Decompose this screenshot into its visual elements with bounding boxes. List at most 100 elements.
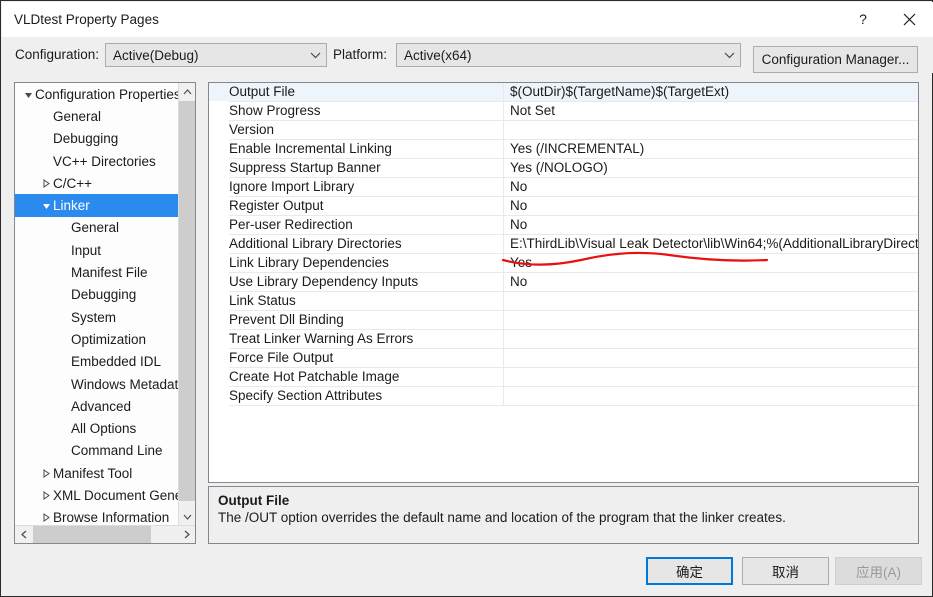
property-value[interactable] bbox=[504, 387, 918, 406]
property-row[interactable]: Specify Section Attributes bbox=[209, 387, 918, 406]
tree-item-optimization[interactable]: Optimization bbox=[15, 328, 178, 350]
scroll-left-icon[interactable] bbox=[15, 526, 32, 543]
property-value[interactable]: No bbox=[504, 197, 918, 216]
cancel-button[interactable]: 取消 bbox=[742, 557, 829, 585]
apply-button: 应用(A) bbox=[835, 557, 922, 585]
help-icon[interactable]: ? bbox=[840, 3, 886, 36]
property-value[interactable] bbox=[504, 121, 918, 140]
property-row-gutter bbox=[209, 140, 229, 159]
configuration-manager-button[interactable]: Configuration Manager... bbox=[753, 46, 918, 73]
tree-item-browse-information[interactable]: Browse Information bbox=[15, 507, 178, 525]
property-value[interactable]: Yes bbox=[504, 254, 918, 273]
property-row[interactable]: Link Library Dependencies Yes bbox=[209, 254, 918, 273]
property-name: Link Status bbox=[229, 292, 504, 311]
property-name: Specify Section Attributes bbox=[229, 387, 504, 406]
platform-dropdown[interactable]: Active(x64) bbox=[396, 43, 741, 67]
tree-item-manifest-tool[interactable]: Manifest Tool bbox=[15, 462, 178, 484]
tree-item-all-options[interactable]: All Options bbox=[15, 417, 178, 439]
property-value[interactable] bbox=[504, 292, 918, 311]
chevron-collapsed-icon[interactable] bbox=[39, 178, 53, 188]
property-value[interactable]: Yes (/INCREMENTAL) bbox=[504, 140, 918, 159]
configuration-dropdown[interactable]: Active(Debug) bbox=[105, 43, 327, 67]
property-name: Suppress Startup Banner bbox=[229, 159, 504, 178]
chevron-collapsed-icon[interactable] bbox=[39, 468, 53, 478]
tree-vertical-scrollbar[interactable] bbox=[178, 83, 195, 525]
property-value[interactable]: Yes (/NOLOGO) bbox=[504, 159, 918, 178]
property-value[interactable] bbox=[504, 311, 918, 330]
scroll-up-icon[interactable] bbox=[179, 83, 195, 100]
tree-item-label: VC++ Directories bbox=[53, 153, 156, 169]
chevron-expanded-icon[interactable] bbox=[39, 201, 53, 210]
property-value[interactable] bbox=[504, 349, 918, 368]
property-row-gutter bbox=[209, 368, 229, 387]
chevron-collapsed-icon[interactable] bbox=[39, 513, 53, 523]
tree-item-label: General bbox=[53, 108, 102, 124]
description-body: The /OUT option overrides the default na… bbox=[218, 510, 786, 525]
property-grid[interactable]: Output File $(OutDir)$(TargetName)$(Targe… bbox=[208, 82, 919, 483]
property-row[interactable]: Output File $(OutDir)$(TargetName)$(Targe… bbox=[209, 83, 918, 102]
scroll-down-icon[interactable] bbox=[179, 508, 195, 525]
property-row[interactable]: Suppress Startup Banner Yes (/NOLOGO) bbox=[209, 159, 918, 178]
chevron-expanded-icon[interactable] bbox=[21, 90, 35, 99]
property-row[interactable]: Register Output No bbox=[209, 197, 918, 216]
ok-button[interactable]: 确定 bbox=[646, 557, 733, 585]
property-row[interactable]: Prevent Dll Binding bbox=[209, 311, 918, 330]
tree-item-debugging[interactable]: Debugging bbox=[15, 284, 178, 306]
property-row[interactable]: Create Hot Patchable Image bbox=[209, 368, 918, 387]
property-row-gutter bbox=[209, 102, 229, 121]
property-row[interactable]: Ignore Import Library No bbox=[209, 178, 918, 197]
tree-item-advanced[interactable]: Advanced bbox=[15, 395, 178, 417]
property-row-gutter bbox=[209, 387, 229, 406]
property-name: Additional Library Directories bbox=[229, 235, 504, 254]
tree-item-label: Linker bbox=[53, 198, 90, 214]
property-value[interactable]: E:\ThirdLib\Visual Leak Detector\lib\Win… bbox=[504, 235, 918, 254]
tree-item-configuration-properties[interactable]: Configuration Properties bbox=[15, 83, 178, 105]
close-icon[interactable] bbox=[886, 3, 932, 36]
property-value[interactable] bbox=[504, 368, 918, 387]
tree-item-label: Debugging bbox=[71, 287, 137, 303]
tree-item-c-c[interactable]: C/C++ bbox=[15, 172, 178, 194]
tree-item-label: Windows Metadata bbox=[71, 376, 178, 392]
property-row[interactable]: Additional Library Directories E:\ThirdLi… bbox=[209, 235, 918, 254]
tree-item-xml-document-generator[interactable]: XML Document Generator bbox=[15, 484, 178, 506]
property-value[interactable] bbox=[504, 330, 918, 349]
scroll-right-icon[interactable] bbox=[178, 526, 195, 543]
property-value[interactable]: No bbox=[504, 216, 918, 235]
property-row-gutter bbox=[209, 273, 229, 292]
property-row[interactable]: Treat Linker Warning As Errors bbox=[209, 330, 918, 349]
property-name: Output File bbox=[229, 83, 504, 102]
property-value[interactable]: No bbox=[504, 178, 918, 197]
tree-item-debugging[interactable]: Debugging bbox=[15, 128, 178, 150]
tree-item-command-line[interactable]: Command Line bbox=[15, 440, 178, 462]
tree-item-label: Optimization bbox=[71, 331, 147, 347]
property-row[interactable]: Use Library Dependency Inputs No bbox=[209, 273, 918, 292]
property-row[interactable]: Version bbox=[209, 121, 918, 140]
property-row[interactable]: Show Progress Not Set bbox=[209, 102, 918, 121]
configuration-properties-tree[interactable]: Configuration Properties General Debugging… bbox=[14, 82, 196, 544]
tree-item-vc-directories[interactable]: VC++ Directories bbox=[15, 150, 178, 172]
tree-item-embedded-idl[interactable]: Embedded IDL bbox=[15, 351, 178, 373]
property-name: Version bbox=[229, 121, 504, 140]
chevron-collapsed-icon[interactable] bbox=[39, 491, 53, 500]
tree-item-system[interactable]: System bbox=[15, 306, 178, 328]
tree-vertical-scrollbar-thumb[interactable] bbox=[179, 101, 195, 501]
tree-item-linker[interactable]: Linker bbox=[15, 194, 178, 217]
tree-item-manifest-file[interactable]: Manifest File bbox=[15, 261, 178, 283]
property-name: Prevent Dll Binding bbox=[229, 311, 504, 330]
tree-item-windows-metadata[interactable]: Windows Metadata bbox=[15, 373, 178, 395]
property-row[interactable]: Enable Incremental Linking Yes (/INCREMEN… bbox=[209, 140, 918, 159]
tree-item-input[interactable]: Input bbox=[15, 239, 178, 261]
property-value[interactable]: $(OutDir)$(TargetName)$(TargetExt) bbox=[504, 83, 918, 102]
tree-horizontal-scrollbar-thumb[interactable] bbox=[33, 526, 151, 543]
property-row-gutter bbox=[209, 235, 229, 254]
property-value[interactable]: Not Set bbox=[504, 102, 918, 121]
property-row[interactable]: Per-user Redirection No bbox=[209, 216, 918, 235]
tree-item-general[interactable]: General bbox=[15, 105, 178, 127]
property-name: Treat Linker Warning As Errors bbox=[229, 330, 504, 349]
property-value[interactable]: No bbox=[504, 273, 918, 292]
tree-item-label: Embedded IDL bbox=[71, 354, 162, 370]
tree-item-general[interactable]: General bbox=[15, 217, 178, 239]
property-row[interactable]: Force File Output bbox=[209, 349, 918, 368]
property-row[interactable]: Link Status bbox=[209, 292, 918, 311]
tree-horizontal-scrollbar[interactable] bbox=[15, 525, 195, 543]
